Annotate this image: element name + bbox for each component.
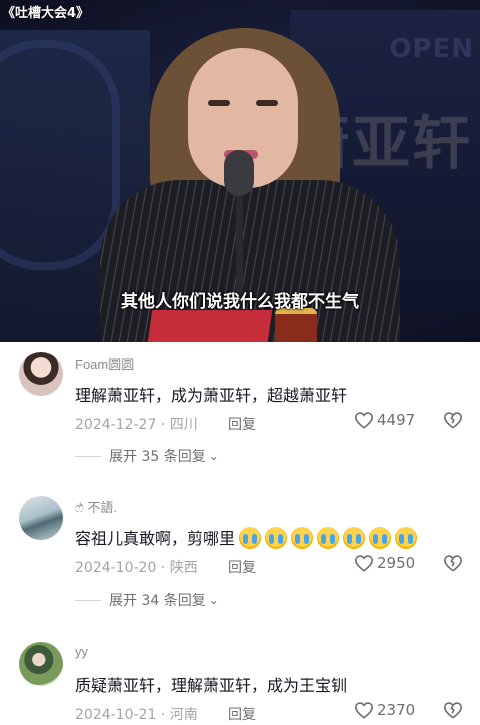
crying-face-emoji-icon [265, 527, 288, 549]
crying-face-emoji-icon [291, 527, 314, 549]
reply-button[interactable]: 回复 [228, 414, 256, 434]
chevron-down-icon: ⌄ [208, 593, 219, 607]
avatar[interactable] [19, 496, 63, 540]
comment-text[interactable]: 理解萧亚轩，成为萧亚轩，超越萧亚轩 [75, 382, 347, 406]
comment-date-location: 2024-12-27 · 四川 [75, 417, 198, 433]
crying-face-emoji-icon [395, 527, 418, 549]
heart-outline-icon [354, 702, 374, 719]
expand-replies-label: 展开 35 条回复 [109, 449, 206, 465]
show-title: 《吐槽大会4》 [2, 6, 90, 21]
comment-text[interactable]: 容祖儿真敢啊，剪哪里 [75, 525, 418, 549]
like-count: 2950 [377, 554, 416, 572]
broken-heart-icon [444, 702, 462, 719]
comment-list: Foam圆圆 理解萧亚轩，成为萧亚轩，超越萧亚轩 2024-12-27 · 四川… [0, 342, 480, 725]
crying-face-emoji-icon [317, 527, 340, 549]
comment-text[interactable]: 质疑萧亚轩，理解萧亚轩，成为王宝钏 [75, 672, 347, 696]
stage-ring-decoration [0, 40, 120, 270]
like-count: 4497 [377, 411, 416, 429]
video-subtitle: 其他人你们说我什么我都不生气 [121, 292, 359, 312]
dislike-button[interactable] [443, 554, 463, 576]
heart-outline-icon [354, 555, 374, 572]
expand-divider [75, 599, 101, 601]
dislike-button[interactable] [443, 411, 463, 433]
reply-button[interactable]: 回复 [228, 557, 256, 577]
avatar[interactable] [19, 352, 63, 396]
reply-button[interactable]: 回复 [228, 704, 256, 724]
like-count: 2370 [377, 701, 416, 719]
sponsor-banner [147, 310, 273, 342]
speaker-eye-right [256, 100, 278, 106]
speaker-eye-left [208, 100, 230, 106]
crying-face-emoji-icon [239, 527, 262, 549]
expand-replies-button[interactable]: 展开 35 条回复 ⌄ [75, 446, 219, 466]
comment-username[interactable]: Foam圆圆 [75, 354, 134, 373]
expand-replies-label: 展开 34 条回复 [109, 593, 206, 609]
chevron-down-icon: ⌄ [208, 449, 219, 463]
comment-username[interactable]: ෆ͛ 不語. [75, 497, 117, 516]
dislike-button[interactable] [443, 701, 463, 723]
microphone-icon [224, 150, 254, 196]
sponsor-product [275, 308, 317, 342]
comment-text-body: 容祖儿真敢啊，剪哪里 [75, 529, 236, 548]
video-player[interactable]: OPEN 萧亚轩 《吐槽大会4》 其他人你们说我什么我都不生气 [0, 0, 480, 342]
like-button[interactable]: 2950 [354, 554, 415, 572]
heart-outline-icon [354, 412, 374, 429]
crying-face-emoji-icon [369, 527, 392, 549]
broken-heart-icon [444, 555, 462, 572]
broken-heart-icon [444, 412, 462, 429]
comment-date-location: 2024-10-20 · 陕西 [75, 560, 198, 576]
comment-date-location: 2024-10-21 · 河南 [75, 707, 198, 723]
like-button[interactable]: 2370 [354, 701, 415, 719]
expand-replies-button[interactable]: 展开 34 条回复 ⌄ [75, 590, 219, 610]
avatar[interactable] [19, 642, 63, 686]
comment-username[interactable]: yy [75, 644, 88, 659]
like-button[interactable]: 4497 [354, 411, 415, 429]
crying-face-emoji-icon [343, 527, 366, 549]
backdrop-open-text: OPEN [389, 34, 474, 64]
expand-divider [75, 455, 101, 457]
